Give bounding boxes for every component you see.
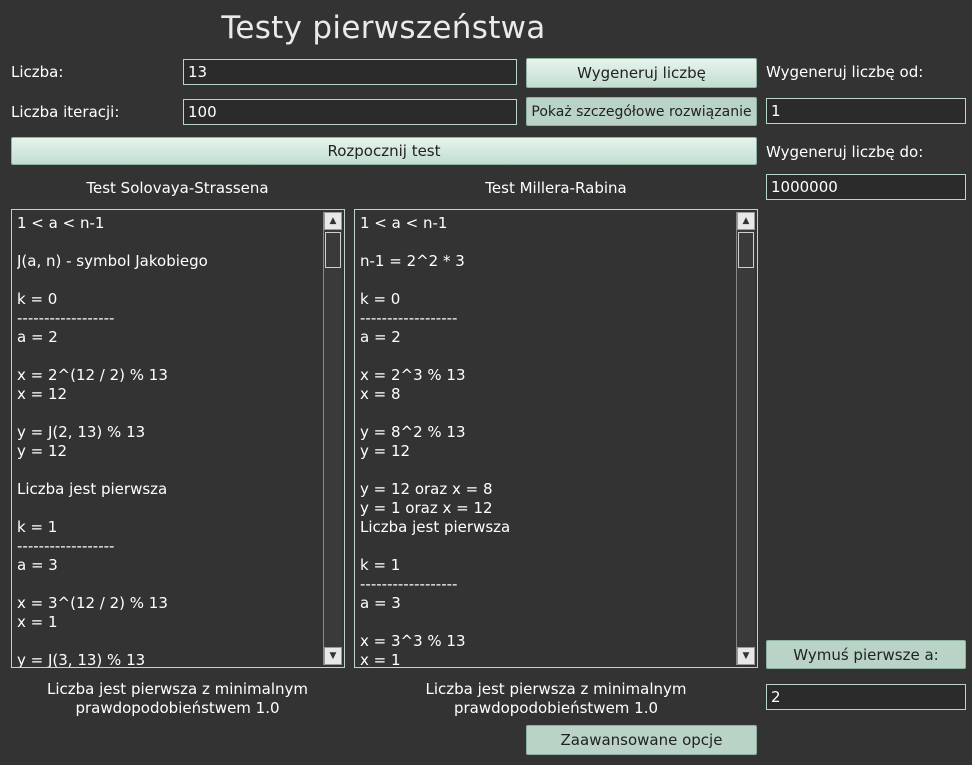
scroll-up-icon[interactable]: ▲ bbox=[737, 212, 755, 230]
generate-from-label: Wygeneruj liczbę od: bbox=[766, 63, 924, 81]
generate-number-button[interactable]: Wygeneruj liczbę bbox=[526, 58, 757, 88]
app-title: Testy pierwszeństwa bbox=[221, 10, 546, 46]
number-label: Liczba: bbox=[11, 63, 64, 81]
show-details-button[interactable]: Pokaż szczegółowe rozwiązanie bbox=[526, 97, 757, 126]
scroll-up-icon[interactable]: ▲ bbox=[324, 212, 342, 230]
miller-rabin-result: Liczba jest pierwsza z minimalnym prawdo… bbox=[425, 680, 687, 717]
miller-rabin-output[interactable]: 1 < a < n-1 n-1 = 2^2 * 3 k = 0 --------… bbox=[354, 209, 758, 668]
solovay-strassen-heading: Test Solovaya-Strassena bbox=[86, 179, 269, 197]
scroll-down-icon[interactable]: ▼ bbox=[324, 647, 342, 665]
solovay-strassen-output[interactable]: 1 < a < n-1 J(a, n) - symbol Jakobiego k… bbox=[11, 209, 345, 668]
generate-from-input[interactable] bbox=[766, 98, 966, 124]
miller-rabin-steps: 1 < a < n-1 n-1 = 2^2 * 3 k = 0 --------… bbox=[360, 214, 511, 667]
scroll-down-icon[interactable]: ▼ bbox=[737, 647, 755, 665]
generate-to-label: Wygeneruj liczbę do: bbox=[766, 143, 924, 161]
force-first-a-button[interactable]: Wymuś pierwsze a: bbox=[766, 640, 966, 669]
miller-scrollbar[interactable]: ▲ ▼ bbox=[736, 212, 755, 665]
iterations-input[interactable] bbox=[183, 99, 517, 125]
scroll-thumb[interactable] bbox=[325, 232, 341, 268]
number-input[interactable] bbox=[183, 59, 517, 85]
solovay-strassen-result: Liczba jest pierwsza z minimalnym prawdo… bbox=[46, 680, 309, 717]
generate-to-input[interactable] bbox=[766, 174, 966, 200]
iterations-label: Liczba iteracji: bbox=[11, 103, 120, 121]
miller-rabin-heading: Test Millera-Rabina bbox=[485, 179, 627, 197]
start-test-button[interactable]: Rozpocznij test bbox=[11, 137, 757, 165]
force-first-a-input[interactable] bbox=[766, 684, 966, 710]
solovay-scrollbar[interactable]: ▲ ▼ bbox=[323, 212, 342, 665]
solovay-strassen-steps: 1 < a < n-1 J(a, n) - symbol Jakobiego k… bbox=[17, 214, 208, 667]
scroll-thumb[interactable] bbox=[738, 232, 754, 268]
advanced-options-button[interactable]: Zaawansowane opcje bbox=[526, 725, 757, 755]
